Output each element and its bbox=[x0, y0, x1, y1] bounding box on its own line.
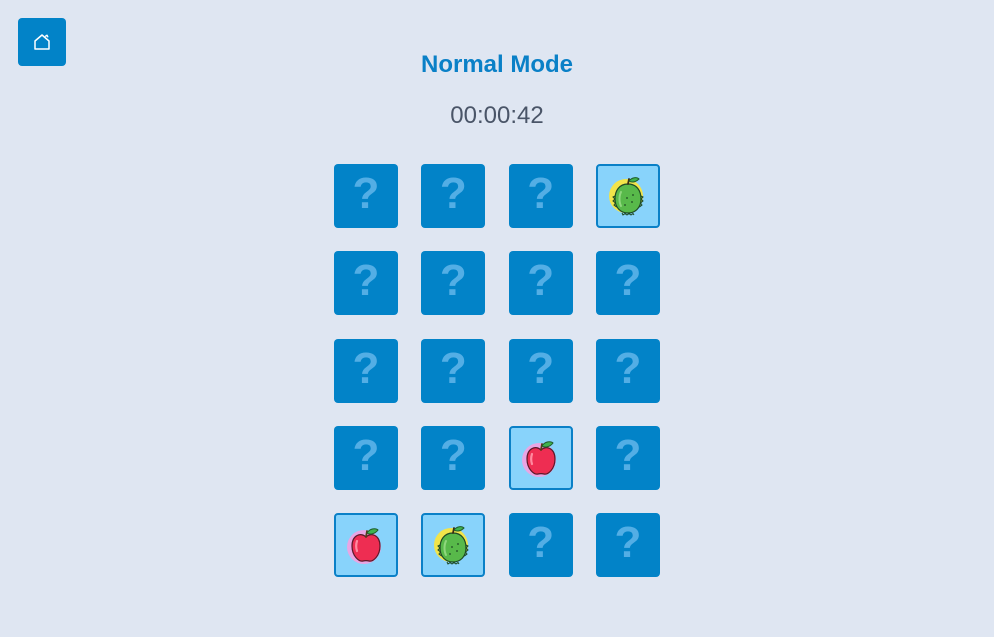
card-revealed-apple[interactable] bbox=[508, 425, 573, 490]
card-hidden[interactable]: ? bbox=[508, 251, 573, 316]
card-hidden[interactable]: ? bbox=[508, 164, 573, 228]
card-hidden[interactable]: ? bbox=[334, 164, 398, 228]
card-revealed-durian[interactable] bbox=[595, 164, 660, 228]
card-hidden[interactable]: ? bbox=[595, 425, 660, 490]
card-grid: ??? ?????????? ? ?? bbox=[334, 164, 660, 577]
apple-icon bbox=[344, 523, 388, 567]
card-hidden[interactable]: ? bbox=[421, 425, 486, 490]
question-mark-icon: ? bbox=[527, 518, 555, 567]
durian-icon bbox=[606, 174, 650, 218]
card-revealed-apple[interactable] bbox=[334, 513, 398, 577]
question-mark-icon: ? bbox=[527, 343, 555, 393]
card-hidden[interactable]: ? bbox=[595, 251, 660, 316]
card-hidden[interactable]: ? bbox=[508, 513, 573, 577]
question-mark-icon: ? bbox=[352, 430, 380, 480]
card-hidden[interactable]: ? bbox=[334, 338, 398, 403]
card-hidden[interactable]: ? bbox=[508, 338, 573, 403]
question-mark-icon: ? bbox=[439, 430, 467, 480]
question-mark-icon: ? bbox=[614, 518, 642, 567]
game-timer: 00:00:42 bbox=[450, 102, 544, 129]
apple-icon bbox=[519, 436, 563, 480]
question-mark-icon: ? bbox=[614, 343, 642, 393]
card-hidden[interactable]: ? bbox=[595, 513, 660, 577]
question-mark-icon: ? bbox=[614, 256, 642, 306]
question-mark-icon: ? bbox=[439, 343, 467, 393]
question-mark-icon: ? bbox=[527, 256, 555, 306]
card-hidden[interactable]: ? bbox=[421, 164, 486, 228]
question-mark-icon: ? bbox=[439, 256, 467, 306]
question-mark-icon: ? bbox=[352, 256, 380, 306]
question-mark-icon: ? bbox=[352, 169, 380, 218]
question-mark-icon: ? bbox=[352, 343, 380, 393]
home-icon bbox=[32, 32, 52, 52]
question-mark-icon: ? bbox=[527, 169, 555, 218]
card-revealed-durian[interactable] bbox=[421, 513, 486, 577]
question-mark-icon: ? bbox=[614, 430, 642, 480]
card-hidden[interactable]: ? bbox=[421, 251, 486, 316]
card-hidden[interactable]: ? bbox=[334, 425, 398, 490]
durian-icon bbox=[431, 523, 475, 567]
card-hidden[interactable]: ? bbox=[421, 338, 486, 403]
question-mark-icon: ? bbox=[439, 169, 467, 218]
card-hidden[interactable]: ? bbox=[595, 338, 660, 403]
page-title: Normal Mode bbox=[420, 51, 573, 78]
card-hidden[interactable]: ? bbox=[334, 251, 398, 316]
